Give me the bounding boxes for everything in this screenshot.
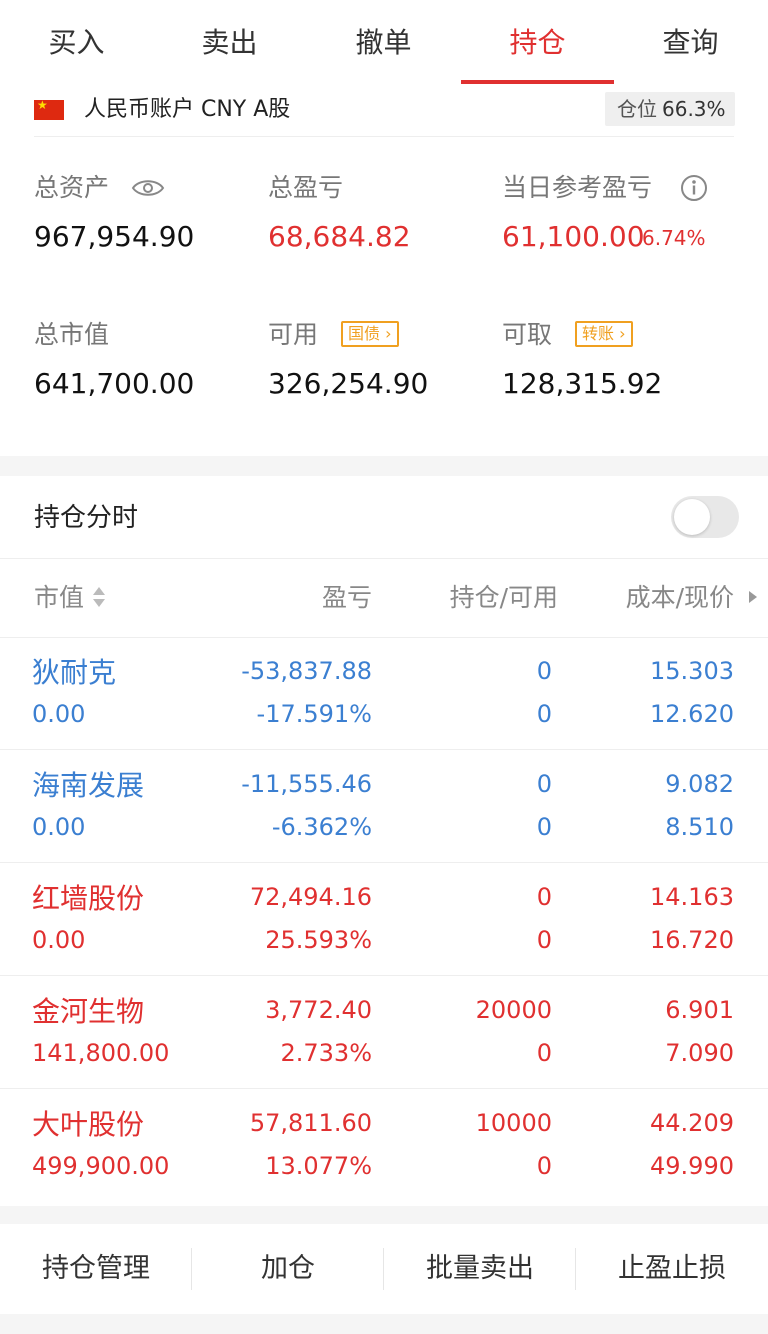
- stock-avail-qty: 0: [536, 1152, 552, 1180]
- stock-cost: 14.163: [650, 883, 734, 911]
- stock-hold-qty: 10000: [475, 1109, 552, 1137]
- stock-price: 8.510: [665, 813, 734, 841]
- stock-cost: 9.082: [665, 770, 734, 798]
- stock-price: 16.720: [650, 926, 734, 954]
- daily-pl-label: 当日参考盈亏: [502, 173, 653, 202]
- tab-query[interactable]: 查询: [614, 0, 767, 86]
- divider: [0, 558, 768, 559]
- china-flag-icon: ★: [34, 98, 64, 120]
- stock-name: 红墙股份: [32, 882, 145, 915]
- stock-price: 49.990: [650, 1152, 734, 1180]
- table-row[interactable]: 金河生物 141,800.00 3,772.40 2.733% 20000 0 6.901 7…: [0, 976, 768, 1089]
- holdings-section: 持仓分时 市值 盈亏 持仓/可用 成本/现价 狄耐克 0.00 -53,837.88…: [0, 476, 768, 1206]
- stock-market-value: 499,900.00: [32, 1152, 170, 1180]
- col-header-pl: 盈亏: [321, 583, 372, 612]
- stock-market-value: 0.00: [32, 700, 86, 728]
- table-row[interactable]: 狄耐克 0.00 -53,837.88 -17.591% 0 0 15.303 12.620: [0, 637, 768, 750]
- stock-cost: 15.303: [650, 657, 734, 685]
- treasury-bond-tag[interactable]: 国债 ›: [341, 321, 399, 347]
- table-row[interactable]: 海南发展 0.00 -11,555.46 -6.362% 0 0 9.082 8.510: [0, 750, 768, 863]
- available-label: 可用: [268, 320, 319, 349]
- stock-market-value: 0.00: [32, 926, 86, 954]
- market-value-value: 641,700.00: [34, 367, 195, 400]
- stock-market-value: 141,800.00: [32, 1039, 170, 1067]
- total-pl-value: 68,684.82: [268, 220, 411, 253]
- withdrawable-label: 可取: [502, 320, 553, 349]
- total-pl-label: 总盈亏: [268, 173, 344, 202]
- position-label: 仓位: [617, 97, 657, 121]
- stock-name: 狄耐克: [32, 656, 117, 689]
- col-header-hold-avail: 持仓/可用: [449, 583, 558, 612]
- stock-avail-qty: 0: [536, 700, 552, 728]
- total-assets-label: 总资产: [34, 173, 110, 202]
- stock-cost: 44.209: [650, 1109, 734, 1137]
- stock-hold-qty: 0: [536, 883, 552, 911]
- market-value-label: 总市值: [34, 320, 110, 349]
- stock-name: 大叶股份: [32, 1108, 145, 1141]
- caret-right-icon[interactable]: [748, 590, 758, 604]
- tab-buy[interactable]: 买入: [0, 0, 153, 86]
- stock-pl-pct: 2.733%: [280, 1039, 372, 1067]
- position-value: 66.3%: [662, 97, 726, 121]
- position-badge: 仓位 66.3%: [605, 92, 735, 126]
- toggle-knob: [674, 499, 710, 535]
- stock-pl-pct: -17.591%: [256, 700, 372, 728]
- divider: [34, 136, 734, 137]
- holdings-intraday-toggle[interactable]: [671, 496, 739, 538]
- active-tab-indicator: [461, 80, 614, 84]
- holdings-intraday-label: 持仓分时: [34, 503, 139, 533]
- col-header-market-value[interactable]: 市值: [34, 580, 84, 616]
- stock-market-value: 0.00: [32, 813, 86, 841]
- stock-pl-pct: 25.593%: [265, 926, 372, 954]
- stock-pl: -11,555.46: [241, 770, 372, 798]
- tab-cancel-order[interactable]: 撤单: [307, 0, 460, 86]
- stock-avail-qty: 0: [536, 926, 552, 954]
- sort-icon[interactable]: [92, 585, 106, 609]
- tab-sell[interactable]: 卖出: [153, 0, 306, 86]
- account-name[interactable]: 人民币账户 CNY A股: [84, 94, 290, 126]
- col-header-cost-price: 成本/现价: [625, 583, 734, 612]
- stock-pl-pct: 13.077%: [265, 1152, 372, 1180]
- stock-pl: 3,772.40: [265, 996, 372, 1024]
- take-profit-stop-loss-button[interactable]: 止盈止损: [576, 1224, 768, 1314]
- table-row[interactable]: 红墙股份 0.00 72,494.16 25.593% 0 0 14.163 16.720: [0, 863, 768, 976]
- total-assets-value: 967,954.90: [34, 220, 195, 253]
- stock-pl: -53,837.88: [241, 657, 372, 685]
- daily-pl-value: 61,100.00: [502, 220, 645, 253]
- stock-hold-qty: 0: [536, 657, 552, 685]
- stock-name: 海南发展: [32, 769, 145, 802]
- available-value: 326,254.90: [268, 367, 429, 400]
- bottom-action-bar: 持仓管理 加仓 批量卖出 止盈止损: [0, 1224, 768, 1314]
- stock-hold-qty: 20000: [475, 996, 552, 1024]
- withdrawable-value: 128,315.92: [502, 367, 663, 400]
- batch-sell-button[interactable]: 批量卖出: [384, 1224, 576, 1314]
- stock-name: 金河生物: [32, 995, 145, 1028]
- table-row[interactable]: 大叶股份 499,900.00 57,811.60 13.077% 10000 0 44.2…: [0, 1089, 768, 1202]
- stock-avail-qty: 0: [536, 1039, 552, 1067]
- tab-holdings[interactable]: 持仓: [461, 0, 614, 86]
- top-tab-bar: 买入 卖出 撤单 持仓 查询: [0, 0, 768, 86]
- stock-price: 7.090: [665, 1039, 734, 1067]
- account-summary: ★ 人民币账户 CNY A股 仓位 66.3% 总资产 967,954.90 总…: [0, 86, 768, 456]
- stock-pl: 72,494.16: [249, 883, 372, 911]
- daily-pl-pct: 6.74%: [642, 226, 706, 250]
- stock-avail-qty: 0: [536, 813, 552, 841]
- info-icon[interactable]: [680, 174, 708, 202]
- stock-hold-qty: 0: [536, 770, 552, 798]
- stock-price: 12.620: [650, 700, 734, 728]
- eye-icon[interactable]: [131, 177, 165, 199]
- manage-holdings-button[interactable]: 持仓管理: [0, 1224, 192, 1314]
- stock-cost: 6.901: [665, 996, 734, 1024]
- add-position-button[interactable]: 加仓: [192, 1224, 384, 1314]
- transfer-tag[interactable]: 转账 ›: [575, 321, 633, 347]
- stock-pl-pct: -6.362%: [271, 813, 372, 841]
- transfer-tag-label: 转账: [582, 324, 615, 343]
- treasury-bond-tag-label: 国债: [348, 324, 381, 343]
- stock-pl: 57,811.60: [249, 1109, 372, 1137]
